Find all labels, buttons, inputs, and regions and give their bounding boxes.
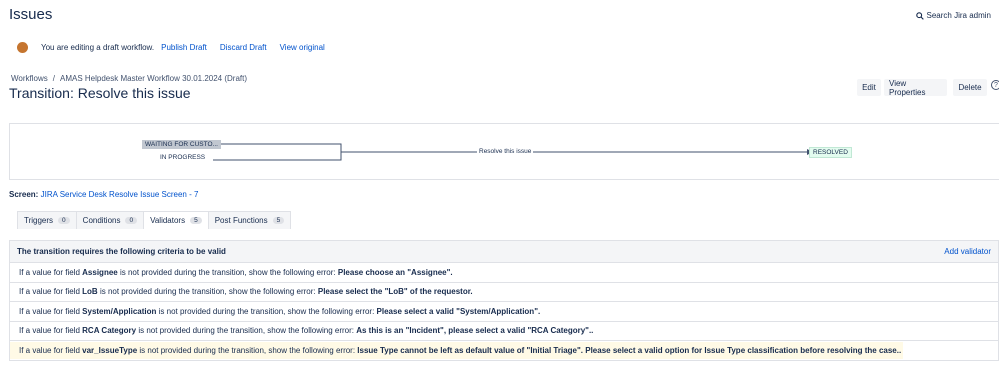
tab-label: Conditions (82, 216, 121, 225)
row-field: Assignee (82, 267, 118, 277)
tab-count: 0 (125, 217, 138, 224)
row-prefix: If a value for field (19, 326, 80, 336)
tab-count: 0 (58, 217, 70, 224)
validator-row[interactable]: If a value for field LoB is not provided… (10, 283, 998, 302)
draft-workflow-bar: You are editing a draft workflow. Publis… (17, 42, 338, 53)
screen-label: Screen: (9, 190, 39, 199)
search-admin-label: Search Jira admin (926, 11, 991, 20)
tab-count: 5 (190, 217, 202, 224)
add-validator-link[interactable]: Add validator (944, 247, 991, 256)
tab-conditions[interactable]: Conditions 0 (75, 211, 145, 229)
validators-header: The transition requires the following cr… (10, 240, 998, 263)
row-error: Please choose an "Assignee". (337, 267, 453, 277)
breadcrumb-workflow-name[interactable]: AMAS Helpdesk Master Workflow 30.01.2024… (60, 74, 247, 83)
validator-row[interactable]: If a value for field System/Application … (10, 302, 998, 322)
status-in-progress[interactable]: IN PROGRESS (160, 154, 205, 161)
draft-status-icon (17, 42, 28, 53)
page-title: Issues (9, 6, 53, 23)
view-original-link[interactable]: View original (280, 43, 325, 52)
tab-label: Post Functions (214, 216, 268, 225)
screen-info: Screen: JIRA Service Desk Resolve Issue … (9, 190, 198, 199)
transition-label[interactable]: Resolve this issue (477, 148, 534, 155)
help-icon[interactable]: ? (991, 80, 999, 90)
workflow-diagram: WAITING FOR CUSTO... IN PROGRESS Resolve… (9, 123, 999, 180)
validator-row[interactable]: If a value for field Assignee is not pro… (10, 263, 998, 283)
row-field: System/Application (82, 306, 157, 316)
row-error: As this is an "Incident", please select … (356, 326, 594, 336)
row-middle: is not provided during the transition, s… (139, 345, 356, 355)
row-prefix: If a value for field (19, 267, 80, 277)
row-highlight: If a value for field var_IssueType is no… (10, 341, 904, 359)
row-middle: is not provided during the transition, s… (158, 306, 375, 316)
validator-row-highlighted[interactable]: If a value for field var_IssueType is no… (10, 341, 998, 361)
breadcrumb: Workflows / AMAS Helpdesk Master Workflo… (11, 74, 247, 83)
row-prefix: If a value for field (19, 306, 80, 316)
edit-button[interactable]: Edit (857, 79, 881, 96)
row-error: Please select the "LoB" of the requestor… (317, 287, 473, 297)
row-prefix: If a value for field (19, 345, 80, 355)
search-icon (915, 11, 924, 20)
tab-label: Triggers (24, 216, 54, 225)
transition-title: Transition: Resolve this issue (9, 85, 191, 101)
draft-message: You are editing a draft workflow. (41, 43, 155, 52)
row-middle: is not provided during the transition, s… (119, 267, 336, 277)
tab-validators[interactable]: Validators 5 (143, 211, 209, 229)
search-jira-admin[interactable]: Search Jira admin (915, 11, 991, 20)
status-resolved[interactable]: RESOLVED (809, 147, 852, 158)
tab-post-functions[interactable]: Post Functions 5 (207, 211, 292, 229)
breadcrumb-workflows[interactable]: Workflows (11, 74, 48, 83)
status-waiting-for-customer[interactable]: WAITING FOR CUSTO... (142, 140, 221, 149)
tab-label: Validators (150, 216, 186, 225)
tab-triggers[interactable]: Triggers 0 (17, 211, 77, 229)
tab-count: 5 (272, 217, 285, 224)
publish-draft-link[interactable]: Publish Draft (161, 43, 207, 52)
row-field: var_IssueType (82, 345, 138, 355)
row-error: Please select a valid "System/Applicatio… (376, 306, 541, 316)
delete-button[interactable]: Delete (953, 79, 987, 96)
row-middle: is not provided during the transition, s… (99, 287, 316, 297)
screen-link[interactable]: JIRA Service Desk Resolve Issue Screen -… (41, 190, 199, 199)
row-error: Issue Type cannot be left as default val… (357, 345, 902, 355)
row-field: LoB (82, 287, 98, 297)
transition-tabs: Triggers 0 Conditions 0 Validators 5 Pos… (17, 211, 292, 229)
validator-row[interactable]: If a value for field RCA Category is not… (10, 322, 998, 341)
validators-header-text: The transition requires the following cr… (17, 247, 226, 256)
row-prefix: If a value for field (19, 287, 80, 297)
validators-panel: The transition requires the following cr… (9, 240, 999, 361)
row-field: RCA Category (82, 326, 137, 336)
breadcrumb-separator: / (52, 74, 55, 83)
row-middle: is not provided during the transition, s… (138, 326, 354, 336)
discard-draft-link[interactable]: Discard Draft (220, 43, 267, 52)
view-properties-button[interactable]: View Properties (884, 79, 947, 97)
